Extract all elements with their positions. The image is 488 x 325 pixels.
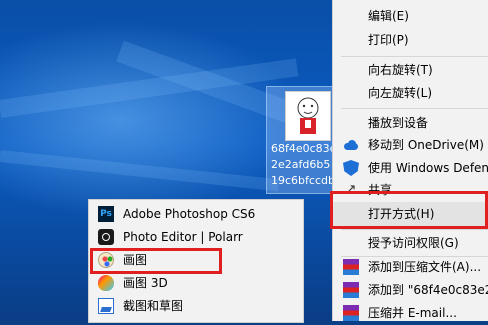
polarr-icon: [98, 229, 114, 245]
winrar-icon: [343, 305, 359, 321]
submenu-item-paint-3d[interactable]: 画图 3D: [89, 272, 303, 295]
menu-item-cast-to-device[interactable]: 播放到设备: [333, 111, 488, 135]
menu-item-move-to-onedrive[interactable]: 移动到 OneDrive(M): [333, 133, 488, 157]
winrar-icon: [343, 259, 359, 275]
submenu-item-polarr[interactable]: Photo Editor | Polarr: [89, 226, 303, 249]
wallpaper-light-beam: [0, 150, 280, 192]
menu-separator: [341, 229, 488, 230]
context-menu: 编辑(E) 打印(P) 向右旋转(T) 向左旋转(L) 播放到设备 移动到 On…: [332, 0, 488, 321]
menu-separator: [341, 56, 488, 57]
menu-item-print[interactable]: 打印(P): [333, 28, 488, 52]
menu-separator: [341, 108, 488, 109]
submenu-item-snip-sketch[interactable]: 截图和草图: [89, 295, 303, 318]
menu-item-rotate-right[interactable]: 向右旋转(T): [333, 58, 488, 82]
highlight-box-paint: [90, 248, 222, 274]
menu-item-grant-access[interactable]: 授予访问权限(G): [333, 231, 488, 255]
paint-3d-icon: [98, 275, 114, 291]
winrar-icon: [343, 282, 359, 298]
menu-item-rotate-left[interactable]: 向左旋转(L): [333, 81, 488, 105]
file-thumbnail: [285, 91, 331, 141]
menu-item-edit[interactable]: 编辑(E): [333, 4, 488, 28]
menu-item-windows-defender[interactable]: 使用 Windows Defender: [333, 156, 488, 180]
defender-shield-icon: [343, 160, 359, 176]
snip-sketch-icon: [98, 298, 114, 314]
onedrive-icon: [343, 137, 359, 153]
highlight-box-open-with: [330, 191, 488, 229]
photoshop-icon: Ps: [98, 206, 114, 222]
menu-item-add-to-named-archive[interactable]: 添加到 "68f4e0c83e2e: [333, 278, 488, 302]
menu-item-compress-and-email[interactable]: 压缩并 E-mail...: [333, 301, 488, 325]
menu-item-add-to-archive[interactable]: 添加到压缩文件(A)...: [333, 255, 488, 279]
submenu-item-photoshop[interactable]: Ps Adobe Photoshop CS6: [89, 203, 303, 226]
